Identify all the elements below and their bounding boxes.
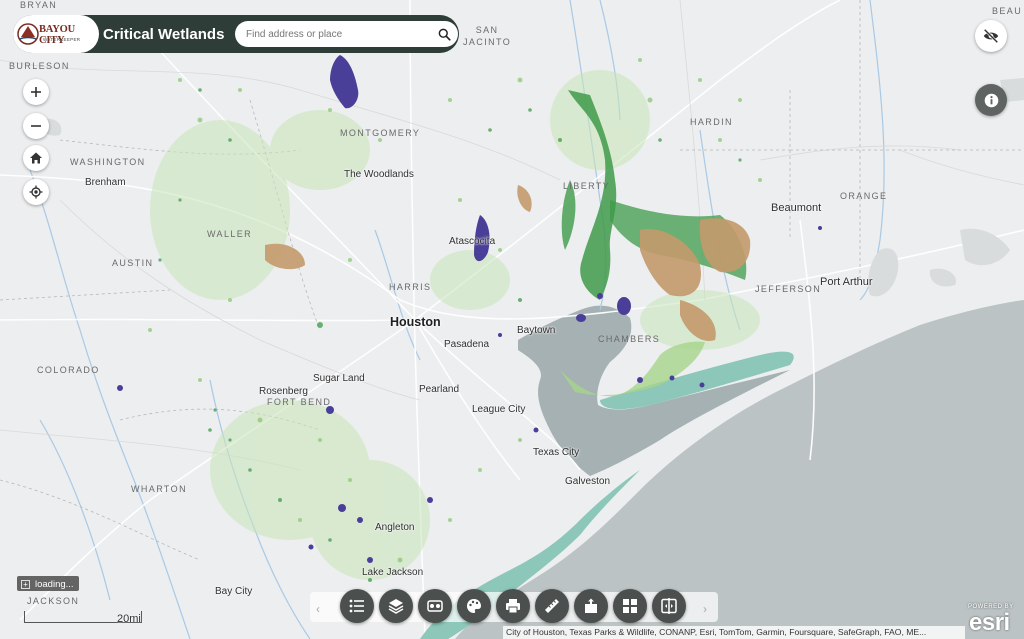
layers-tool[interactable] [379, 589, 413, 623]
info-button[interactable] [975, 84, 1007, 116]
compare-tool[interactable] [652, 589, 686, 623]
scale-label: 20mi [117, 613, 141, 625]
county-label-wharton: WHARTON [131, 484, 187, 494]
county-label-bryan: BRYAN [20, 0, 58, 10]
loading-text: loading... [35, 578, 74, 590]
city-label-baytown: Baytown [517, 325, 556, 336]
list-icon [349, 599, 364, 613]
locate-button[interactable] [23, 179, 49, 205]
zoom-out-button[interactable] [23, 113, 49, 139]
basemap-tool[interactable] [418, 589, 452, 623]
toolbar-scroll-left[interactable]: ‹ [316, 602, 320, 616]
city-label-pasadena: Pasadena [444, 339, 490, 350]
palette-icon [467, 599, 481, 613]
city-label-pearland: Pearland [419, 384, 460, 395]
city-label-beaumont: Beaumont [771, 202, 822, 214]
city-label-angleton: Angleton [375, 522, 415, 533]
city-label-lake-jackson: Lake Jackson [362, 567, 424, 578]
logo-subtext: WATERKEEPER [43, 37, 81, 42]
county-label-montgomery: MONTGOMERY [340, 128, 421, 138]
toolbar-scroll-right[interactable]: › [703, 602, 707, 616]
info-icon [984, 93, 998, 107]
city-label-atascocita: Atascocita [449, 236, 496, 247]
county-label-liberty: LIBERTY [563, 181, 611, 191]
locate-icon [29, 185, 43, 199]
city-label-brenham: Brenham [85, 177, 126, 188]
city-label-rosenberg: Rosenberg [259, 386, 308, 397]
city-label-bay-city: Bay City [215, 586, 253, 597]
measure-tool[interactable] [535, 589, 569, 623]
county-label-jackson: JACKSON [27, 596, 80, 606]
city-label-sugar-land: Sugar Land [313, 373, 365, 384]
minus-icon [31, 125, 41, 127]
split-icon [661, 598, 677, 614]
county-label-colorado: COLORADO [37, 365, 100, 375]
share-icon [585, 598, 597, 613]
map-attribution[interactable]: City of Houston, Texas Parks & Wildlife,… [503, 626, 965, 639]
search-box [235, 21, 431, 47]
print-icon [506, 599, 520, 614]
plus-icon [31, 87, 41, 97]
city-label-galveston: Galveston [565, 476, 611, 487]
county-label-beau: BEAU [992, 6, 1023, 16]
loading-indicator: + loading... [17, 576, 79, 591]
city-label-texas-city: Texas City [533, 447, 580, 458]
map-canvas[interactable] [0, 0, 1024, 639]
app-title: Critical Wetlands [103, 25, 225, 43]
search-input[interactable] [235, 28, 431, 40]
search-button[interactable] [430, 21, 458, 47]
app-header: BAYOU CITY WATERKEEPER Critical Wetlands [13, 15, 459, 53]
county-label-jefferson: JEFFERSON [755, 284, 822, 294]
layers-icon [388, 599, 404, 614]
city-label-league-city: League City [472, 404, 526, 415]
style-tool[interactable] [457, 589, 491, 623]
county-label-orange: ORANGE [840, 191, 888, 201]
grid-tool[interactable] [613, 589, 647, 623]
eye-off-icon [983, 28, 999, 44]
city-label-the-woodlands: The Woodlands [344, 169, 414, 180]
home-icon [30, 152, 42, 164]
county-label-washington: WASHINGTON [70, 157, 146, 167]
county-label-chambers: CHAMBERS [598, 334, 661, 344]
toggle-visibility-button[interactable] [975, 20, 1007, 52]
county-label-san-jacinto: SAN JACINTO [463, 25, 512, 47]
county-label-burleson: BURLESON [9, 61, 70, 71]
county-label-austin: AUSTIN [112, 258, 154, 268]
logo-text: BAYOU CITY [39, 24, 75, 46]
ruler-icon [545, 599, 559, 613]
city-label-houston: Houston [390, 315, 441, 329]
expand-icon[interactable]: + [21, 579, 30, 589]
county-label-waller: WALLER [207, 229, 253, 239]
print-tool[interactable] [496, 589, 530, 623]
share-tool[interactable] [574, 589, 608, 623]
county-label-fort-bend: FORT BEND [267, 397, 332, 407]
search-icon [438, 28, 451, 41]
city-label-port-arthur: Port Arthur [820, 276, 873, 288]
county-label-hardin: HARDIN [690, 117, 733, 127]
county-label-harris: HARRIS [389, 282, 432, 292]
home-button[interactable] [23, 145, 49, 171]
legend-tool[interactable] [340, 589, 374, 623]
esri-logo[interactable]: esri [969, 609, 1010, 637]
zoom-in-button[interactable] [23, 79, 49, 105]
grid-icon [623, 599, 637, 613]
bayou-city-waterkeeper-logo[interactable]: BAYOU CITY WATERKEEPER [13, 15, 99, 53]
basemap-icon [427, 600, 443, 612]
